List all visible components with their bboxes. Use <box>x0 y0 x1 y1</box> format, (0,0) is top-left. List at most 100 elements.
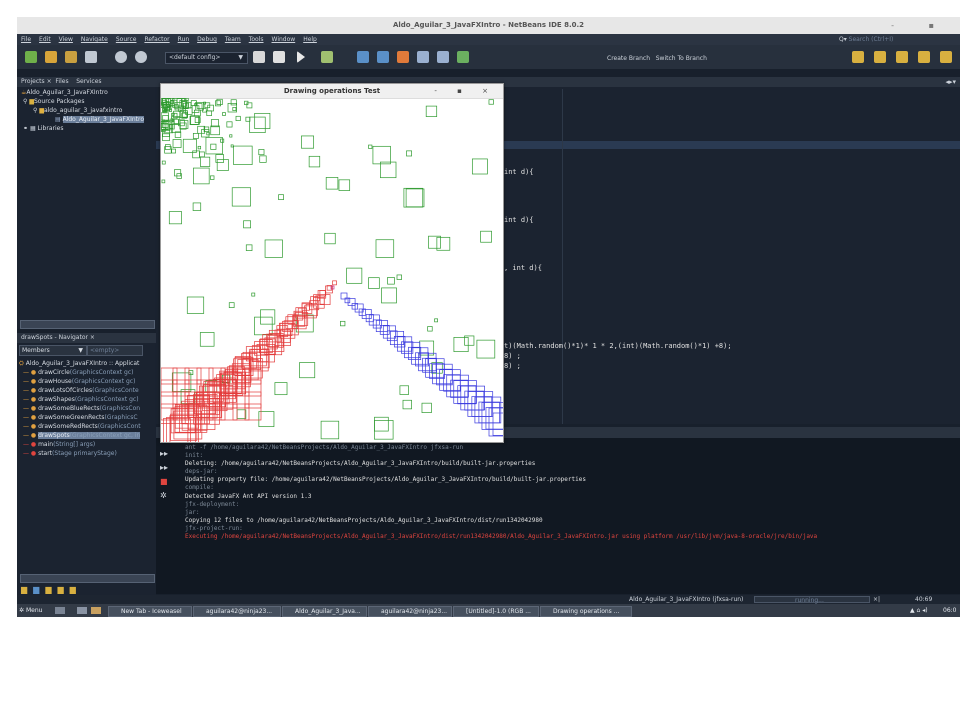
navigator-member[interactable]: — ● main(String[] args) <box>17 440 156 449</box>
search-input[interactable]: Q▾ Search (Ctrl+I) <box>839 36 954 44</box>
taskbar-task[interactable]: aguilara42@ninja23... <box>368 606 452 617</box>
save-all-icon[interactable] <box>85 51 97 63</box>
green-square <box>453 337 469 353</box>
git-icon-4[interactable] <box>437 51 449 63</box>
team-icon-4[interactable] <box>918 51 930 63</box>
method-icon: — ● <box>23 378 39 385</box>
undo-icon[interactable] <box>115 51 127 63</box>
menu-navigate[interactable]: Navigate <box>81 36 108 43</box>
team-icon-2[interactable] <box>874 51 886 63</box>
window-controls[interactable]: - ▪ <box>891 17 950 34</box>
filter-fields-icon[interactable]: ▆ <box>21 585 33 594</box>
git-icon-3[interactable] <box>417 51 429 63</box>
tab-projects[interactable]: Projects <box>21 78 45 85</box>
taskbar-task[interactable]: Aldo_Aguilar_3_Java... <box>282 606 367 617</box>
settings-icon[interactable]: ✲ <box>160 489 174 503</box>
stop-icon[interactable]: ■ <box>160 475 174 489</box>
filter-inherited-icon[interactable]: ▆ <box>57 585 69 594</box>
clock: 06:0 <box>943 607 957 614</box>
drawing-canvas <box>161 98 503 442</box>
sort-icon[interactable]: ▆ <box>70 585 82 594</box>
rerun-with-params-icon[interactable]: ▸▸ <box>160 461 174 475</box>
menu-source[interactable]: Source <box>116 36 137 43</box>
taskbar-task[interactable]: [Untitled]-1.0 (RGB ... <box>453 606 539 617</box>
filter-static-icon[interactable]: ▆ <box>33 585 45 594</box>
new-file-icon[interactable] <box>25 51 37 63</box>
tree-package[interactable]: ⚲ ▆aldo_aguilar_3_javafxintro <box>17 106 156 115</box>
run-icon[interactable] <box>297 51 305 63</box>
tree-libraries[interactable]: ⚭ ▦ Libraries <box>17 124 156 133</box>
output-toolbar: ▸▸ ▸▸ ■ ✲ <box>160 447 174 527</box>
drawing-window-controls[interactable]: - ▪ × <box>434 84 497 98</box>
team-icon-3[interactable] <box>896 51 908 63</box>
tab-files[interactable]: Files <box>55 78 68 85</box>
menu-refactor[interactable]: Refactor <box>144 36 169 43</box>
switch-branch-button[interactable]: Switch To Branch <box>656 55 707 62</box>
taskbar-task[interactable]: Drawing operations ... <box>540 606 632 617</box>
git-icon-2[interactable] <box>397 51 409 63</box>
navigator-member[interactable]: — ● drawSpots(GraphicsContext gc, in <box>17 431 156 440</box>
filter-select[interactable]: <empty> <box>87 345 143 356</box>
green-square <box>200 156 211 167</box>
output-line: Executing /home/aguilara42/NetBeansProje… <box>185 533 818 541</box>
navigator-member[interactable]: — ● drawSomeRedRects(GraphicsCont <box>17 422 156 431</box>
git-icon-1[interactable] <box>377 51 389 63</box>
show-desktop-icon[interactable] <box>55 607 65 614</box>
blue-square <box>404 341 421 359</box>
navigator-root[interactable]: ⛭ Aldo_Aguilar_3_JavaFXIntro :: Applicat <box>17 359 156 368</box>
green-square <box>161 179 166 184</box>
menu-debug[interactable]: Debug <box>197 36 217 43</box>
menu-run[interactable]: Run <box>178 36 190 43</box>
navigator-scrollbar[interactable] <box>20 574 155 583</box>
build-icon[interactable] <box>253 51 265 63</box>
tab-services[interactable]: Services <box>76 78 101 85</box>
taskbar-task[interactable]: New Tab - Iceweasel <box>108 606 192 617</box>
taskbar-task[interactable]: aguilara42@ninja23... <box>193 606 281 617</box>
git-icon-5[interactable] <box>457 51 469 63</box>
green-square <box>320 420 340 440</box>
menu-file[interactable]: File <box>21 36 31 43</box>
menu-help[interactable]: Help <box>303 36 317 43</box>
navigator-member[interactable]: — ● drawSomeGreenRects(GraphicsC <box>17 413 156 422</box>
navigator-member[interactable]: — ● drawCircle(GraphicsContext gc) <box>17 368 156 377</box>
cancel-task-icon[interactable]: ×| <box>873 595 880 604</box>
blue-square <box>418 352 437 372</box>
method-icon: — ● <box>23 396 39 403</box>
navigator-member[interactable]: — ● start(Stage primaryStage) <box>17 449 156 458</box>
green-square <box>230 144 234 148</box>
green-square <box>402 399 412 410</box>
projects-scrollbar[interactable] <box>20 320 155 329</box>
menu-team[interactable]: Team <box>225 36 241 43</box>
tree-project-root[interactable]: ☕Aldo_Aguilar_3_JavaFXIntro <box>17 88 156 97</box>
navigator-member[interactable]: — ● drawHouse(GraphicsContext gc) <box>17 377 156 386</box>
debug-icon[interactable] <box>321 51 333 63</box>
menu-view[interactable]: View <box>59 36 73 43</box>
menu-edit[interactable]: Edit <box>39 36 51 43</box>
files-launcher-icon[interactable] <box>91 607 101 614</box>
clean-build-icon[interactable] <box>273 51 285 63</box>
start-menu-button[interactable]: ✲ Menu <box>19 604 42 617</box>
tree-source-packages[interactable]: ⚲ ▆Source Packages <box>17 97 156 106</box>
green-square <box>421 402 432 413</box>
filter-nonpublic-icon[interactable]: ▆ <box>45 585 57 594</box>
navigator-member[interactable]: — ● drawShapes(GraphicsContext gc) <box>17 395 156 404</box>
config-select[interactable]: <default config> ▼ <box>165 52 248 64</box>
tree-java-file[interactable]: ▤ Aldo_Aguilar_3_JavaFXIntro <box>17 115 156 124</box>
terminal-launcher-icon[interactable] <box>77 607 87 614</box>
redo-icon[interactable] <box>135 51 147 63</box>
members-select[interactable]: Members ▼ <box>19 345 87 356</box>
editor-nav-icon[interactable]: ◂▸▾ <box>945 78 956 86</box>
rerun-icon[interactable]: ▸▸ <box>160 447 174 461</box>
navigator-member[interactable]: — ● drawLotsOfCircles(GraphicsConte <box>17 386 156 395</box>
menu-window[interactable]: Window <box>272 36 296 43</box>
profile-icon[interactable] <box>357 51 369 63</box>
team-icon-1[interactable] <box>852 51 864 63</box>
open-project-icon[interactable] <box>65 51 77 63</box>
menu-tools[interactable]: Tools <box>249 36 264 43</box>
navigator-member[interactable]: — ● drawSomeBlueRects(GraphicsCon <box>17 404 156 413</box>
team-icon-5[interactable] <box>940 51 952 63</box>
green-square <box>216 159 229 171</box>
create-branch-button[interactable]: Create Branch <box>607 55 650 62</box>
code-line: t)(Math.random()*1)* 1 * 2,(int)(Math.ra… <box>504 342 732 350</box>
new-project-icon[interactable] <box>45 51 57 63</box>
